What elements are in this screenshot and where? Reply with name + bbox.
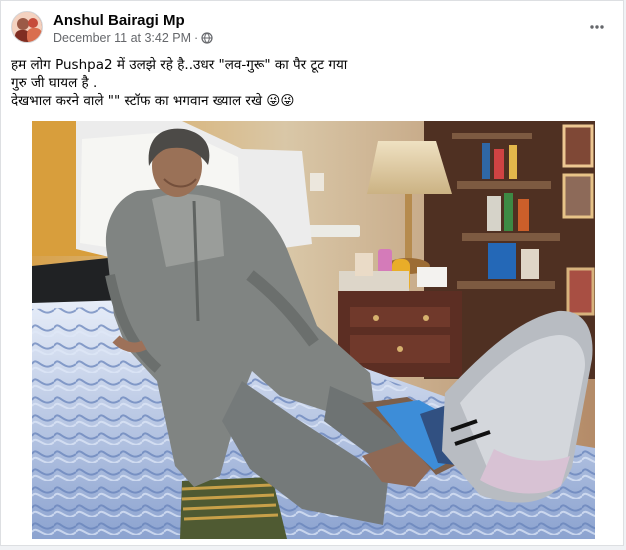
globe-icon — [201, 32, 213, 44]
post-text: हम लोग Pushpa2 में उलझे रहे है..उधर "लव-… — [11, 56, 609, 110]
post-text-line: हम लोग Pushpa2 में उलझे रहे है..उधर "लव-… — [11, 57, 348, 73]
post-text-line: गुरु जी घायल है . — [11, 75, 98, 91]
post-card: Anshul Bairagi Mp December 11 at 3:42 PM… — [0, 0, 624, 546]
post-text-line: देखभाल करने वाले "" स्टॉफ का भगवान ख्याल… — [11, 93, 295, 109]
patient-bed-photo — [32, 121, 595, 539]
more-options-icon — [590, 25, 604, 29]
meta-separator: · — [194, 31, 199, 45]
post-photo[interactable] — [32, 121, 595, 539]
post-meta: December 11 at 3:42 PM · — [53, 31, 213, 45]
more-options-button[interactable] — [583, 13, 611, 41]
author-avatar[interactable] — [11, 11, 43, 43]
post-timestamp[interactable]: December 11 at 3:42 PM — [53, 31, 191, 45]
post-header: Anshul Bairagi Mp December 11 at 3:42 PM… — [11, 11, 613, 51]
author-name[interactable]: Anshul Bairagi Mp — [53, 12, 185, 29]
